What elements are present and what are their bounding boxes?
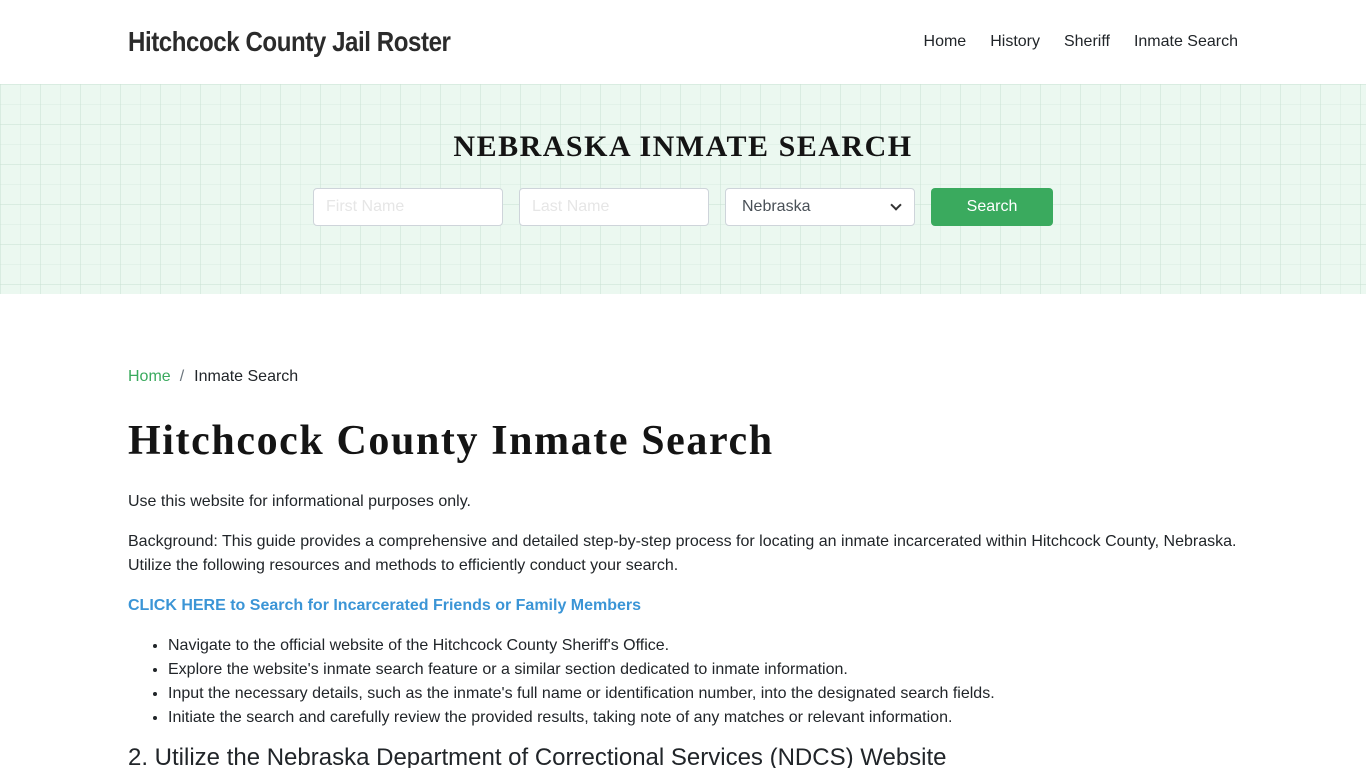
top-navbar: Hitchcock County Jail Roster Home Histor… <box>0 0 1366 84</box>
search-friends-family-link[interactable]: CLICK HERE to Search for Incarcerated Fr… <box>128 594 641 618</box>
list-item: Initiate the search and carefully review… <box>168 706 1238 730</box>
list-item: Navigate to the official website of the … <box>168 634 1238 658</box>
last-name-input[interactable] <box>519 188 709 226</box>
state-select[interactable]: Nebraska <box>725 188 915 226</box>
site-brand-link[interactable]: Hitchcock County Jail Roster <box>128 26 451 58</box>
breadcrumb: Home / Inmate Search <box>128 368 1238 386</box>
main-content: Home / Inmate Search Hitchcock County In… <box>0 294 1366 768</box>
nav-link-history[interactable]: History <box>978 33 1052 51</box>
breadcrumb-separator: / <box>179 368 185 385</box>
section-heading-ndcs: 2. Utilize the Nebraska Department of Co… <box>128 744 947 768</box>
nav-link-inmate-search[interactable]: Inmate Search <box>1122 33 1238 51</box>
state-select-value: Nebraska <box>742 198 811 215</box>
hero-title: NEBRASKA INMATE SEARCH <box>453 130 913 163</box>
hero-search-banner: NEBRASKA INMATE SEARCH Nebraska Search <box>0 84 1366 294</box>
background-text: Background: This guide provides a compre… <box>128 533 1237 575</box>
search-button[interactable]: Search <box>931 188 1053 226</box>
list-item: Input the necessary details, such as the… <box>168 682 1238 706</box>
breadcrumb-home-link[interactable]: Home <box>128 368 171 386</box>
list-item: Explore the website's inmate search feat… <box>168 658 1238 682</box>
disclaimer-text: Use this website for informational purpo… <box>128 493 471 511</box>
page-title: Hitchcock County Inmate Search <box>128 418 774 464</box>
search-steps-list: Navigate to the official website of the … <box>128 634 1238 730</box>
first-name-input[interactable] <box>313 188 503 226</box>
breadcrumb-current: Inmate Search <box>194 368 299 385</box>
chevron-down-icon <box>890 199 902 211</box>
main-nav: Home History Sheriff Inmate Search <box>912 33 1238 51</box>
nav-link-home[interactable]: Home <box>912 33 979 51</box>
nav-link-sheriff[interactable]: Sheriff <box>1052 33 1122 51</box>
inmate-search-form: Nebraska Search <box>313 188 1053 226</box>
